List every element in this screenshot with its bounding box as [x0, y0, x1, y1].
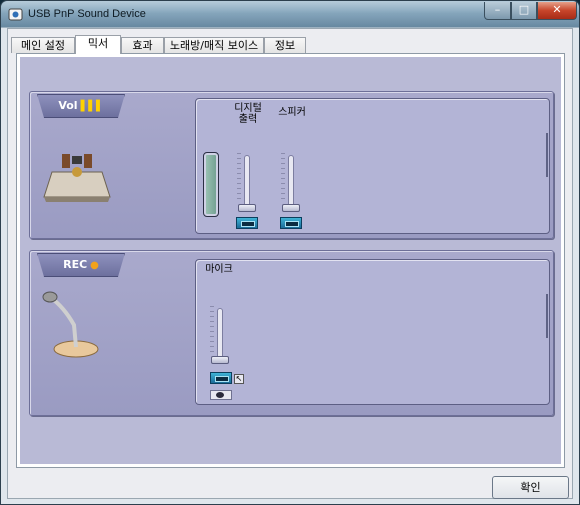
record-section: REC ● 마이크 ↖ [29, 250, 554, 416]
speaker-mute-button[interactable] [280, 217, 302, 229]
speaker-stage-icon [43, 154, 111, 202]
rec-label-text: REC [63, 258, 88, 271]
microphone-stereo-icon[interactable] [210, 390, 232, 400]
record-scroll-edge [546, 294, 548, 338]
mixer-tab-panel: Vol ▌▌▌ 디지털 출력 스피커 REC ● 마이크 ↖ [16, 53, 565, 468]
vol-label-text: Vol [58, 99, 78, 112]
digital-output-ticks [237, 153, 241, 203]
tab-main-settings[interactable]: 메인 설정 [11, 37, 75, 53]
close-button[interactable]: ✕ [537, 2, 577, 20]
volume-meter [203, 152, 219, 217]
window-title: USB PnP Sound Device [28, 8, 146, 20]
dialog-window: USB PnP Sound Device – □ ✕ 메인 설정 믹서 효과 노… [0, 0, 580, 505]
digital-output-label: 디지털 출력 [234, 103, 262, 125]
microphone-label: 마이크 [205, 264, 233, 275]
digital-output-slider[interactable] [244, 155, 250, 211]
microphone-mute-button[interactable] [210, 372, 232, 384]
speaker-ticks [281, 153, 285, 203]
microphone-slider-thumb[interactable] [211, 356, 229, 364]
tab-karaoke-magic-voice[interactable]: 노래방/매직 보이스 [164, 37, 264, 53]
rec-dot-icon: ● [90, 260, 99, 271]
microphone-icon [42, 291, 99, 358]
record-channel-box: 마이크 ↖ [195, 259, 550, 405]
playback-section: Vol ▌▌▌ 디지털 출력 스피커 [29, 91, 554, 239]
record-section-label: REC ● [37, 253, 125, 277]
minimize-button[interactable]: – [484, 2, 511, 20]
speaker-slider-thumb[interactable] [282, 204, 300, 212]
tab-mixer[interactable]: 믹서 [75, 35, 121, 54]
playback-scroll-edge [546, 133, 548, 177]
maximize-button[interactable]: □ [511, 2, 537, 20]
mixer-background: Vol ▌▌▌ 디지털 출력 스피커 REC ● 마이크 ↖ [20, 57, 561, 464]
digital-output-slider-thumb[interactable] [238, 204, 256, 212]
tab-info[interactable]: 정보 [264, 37, 306, 53]
microphone-select-icon[interactable]: ↖ [234, 374, 244, 384]
speaker-label: 스피커 [278, 107, 306, 118]
title-bar[interactable]: USB PnP Sound Device – □ ✕ [1, 1, 579, 28]
ok-button[interactable]: 확인 [492, 476, 569, 499]
playback-channel-box: 디지털 출력 스피커 [195, 98, 550, 234]
vol-bars-icon: ▌▌▌ [80, 101, 104, 112]
tab-effects[interactable]: 효과 [121, 37, 164, 53]
app-icon [8, 8, 23, 21]
speaker-slider[interactable] [288, 155, 294, 211]
playback-section-label: Vol ▌▌▌ [37, 94, 125, 118]
digital-output-mute-button[interactable] [236, 217, 258, 229]
microphone-ticks [210, 306, 214, 356]
